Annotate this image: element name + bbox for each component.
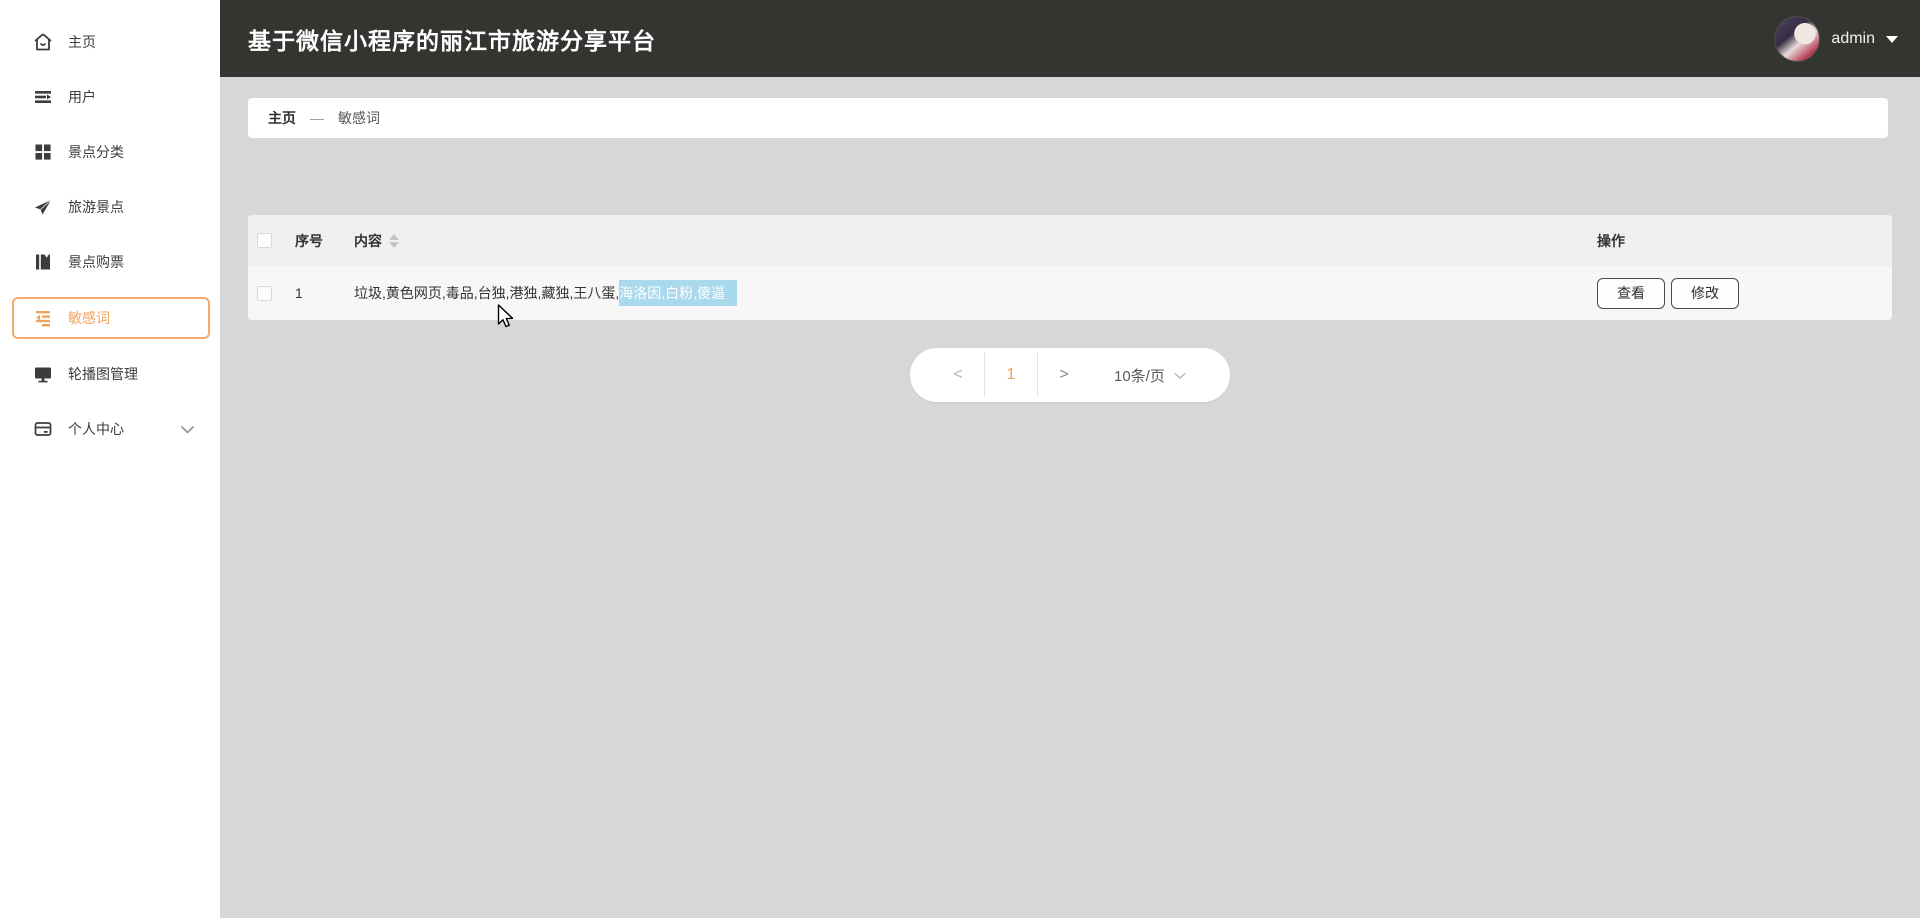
sidebar: 主页 用户 景点分类 旅游景点 景点购票 敏感词 轮播图管理 个人中心 (0, 0, 220, 918)
table-row: 1 垃圾,黄色网页,毒品,台独,港独,藏独,王八蛋, 海洛因,白粉,傻逼 查看 修… (248, 266, 1892, 320)
sidebar-item-home[interactable]: 主页 (12, 22, 210, 62)
sidebar-item-label: 敏感词 (68, 310, 110, 326)
sidebar-item-label: 景点购票 (68, 254, 124, 270)
sidebar-item-carousel[interactable]: 轮播图管理 (12, 354, 210, 394)
sidebar-item-label: 主页 (68, 34, 96, 50)
sidebar-item-label: 用户 (68, 89, 96, 105)
pagination-page-1[interactable]: 1 (985, 366, 1037, 384)
main-content: 主页 — 敏感词 序号 内容 操作 1 垃圾,黄色网页,毒品,台独,港独,藏独,… (220, 77, 1920, 918)
row-index: 1 (295, 285, 303, 301)
column-header-content: 内容 (354, 231, 1597, 251)
sidebar-item-tickets[interactable]: 景点购票 (12, 242, 210, 282)
top-header: 基于微信小程序的丽江市旅游分享平台 admin (220, 0, 1920, 77)
paper-plane-icon (33, 197, 53, 217)
edit-button[interactable]: 修改 (1671, 277, 1739, 309)
sidebar-item-attractions[interactable]: 旅游景点 (12, 187, 210, 227)
row-content-selected-text: 海洛因,白粉,傻逼 (619, 280, 738, 306)
sort-icon[interactable] (389, 233, 399, 248)
monitor-icon (33, 364, 53, 384)
row-content: 垃圾,黄色网页,毒品,台独,港独,藏独,王八蛋, 海洛因,白粉,傻逼 (354, 280, 1597, 306)
breadcrumb-current: 敏感词 (338, 110, 380, 126)
view-button[interactable]: 查看 (1597, 277, 1665, 309)
card-icon (33, 419, 53, 439)
sidebar-item-profile[interactable]: 个人中心 (12, 409, 210, 449)
pagination: < 1 > 10条/页 (910, 348, 1230, 402)
sensitive-words-table: 序号 内容 操作 1 垃圾,黄色网页,毒品,台独,港独,藏独,王八蛋, 海洛因,白… (248, 215, 1892, 320)
caret-down-icon (1886, 36, 1898, 43)
chevron-down-icon (1174, 372, 1186, 380)
pagination-next-button[interactable]: > (1038, 366, 1090, 384)
list-arrow-icon (33, 87, 53, 107)
select-all-checkbox[interactable] (257, 233, 272, 248)
sidebar-item-sensitive-words[interactable]: 敏感词 (12, 297, 210, 339)
avatar[interactable] (1774, 15, 1821, 62)
breadcrumb-separator: — (310, 110, 324, 126)
mouse-cursor (497, 304, 514, 328)
sidebar-item-category[interactable]: 景点分类 (12, 132, 210, 172)
column-header-actions: 操作 (1597, 232, 1625, 249)
sidebar-item-label: 轮播图管理 (68, 366, 138, 382)
chevron-down-icon (181, 421, 194, 437)
book-icon (33, 252, 53, 272)
pagination-prev-button[interactable]: < (932, 366, 984, 384)
sidebar-item-label: 景点分类 (68, 144, 124, 160)
breadcrumb-home[interactable]: 主页 (268, 108, 296, 128)
page-title: 基于微信小程序的丽江市旅游分享平台 (248, 27, 656, 54)
row-actions: 查看 修改 (1597, 277, 1892, 309)
home-icon (33, 32, 53, 52)
username: admin (1831, 29, 1875, 47)
sidebar-item-users[interactable]: 用户 (12, 77, 210, 117)
row-checkbox[interactable] (257, 285, 272, 301)
sidebar-item-label: 旅游景点 (68, 199, 124, 215)
grid-icon (33, 142, 53, 162)
column-header-index: 序号 (295, 232, 323, 249)
sidebar-item-label: 个人中心 (68, 421, 124, 437)
page-size-select[interactable]: 10条/页 (1114, 365, 1186, 386)
user-menu[interactable]: admin (1774, 0, 1898, 77)
row-content-plain: 垃圾,黄色网页,毒品,台独,港独,藏独,王八蛋, (354, 285, 620, 301)
indent-left-icon (33, 308, 53, 328)
breadcrumb: 主页 — 敏感词 (248, 98, 1888, 138)
table-header-row: 序号 内容 操作 (248, 215, 1892, 266)
